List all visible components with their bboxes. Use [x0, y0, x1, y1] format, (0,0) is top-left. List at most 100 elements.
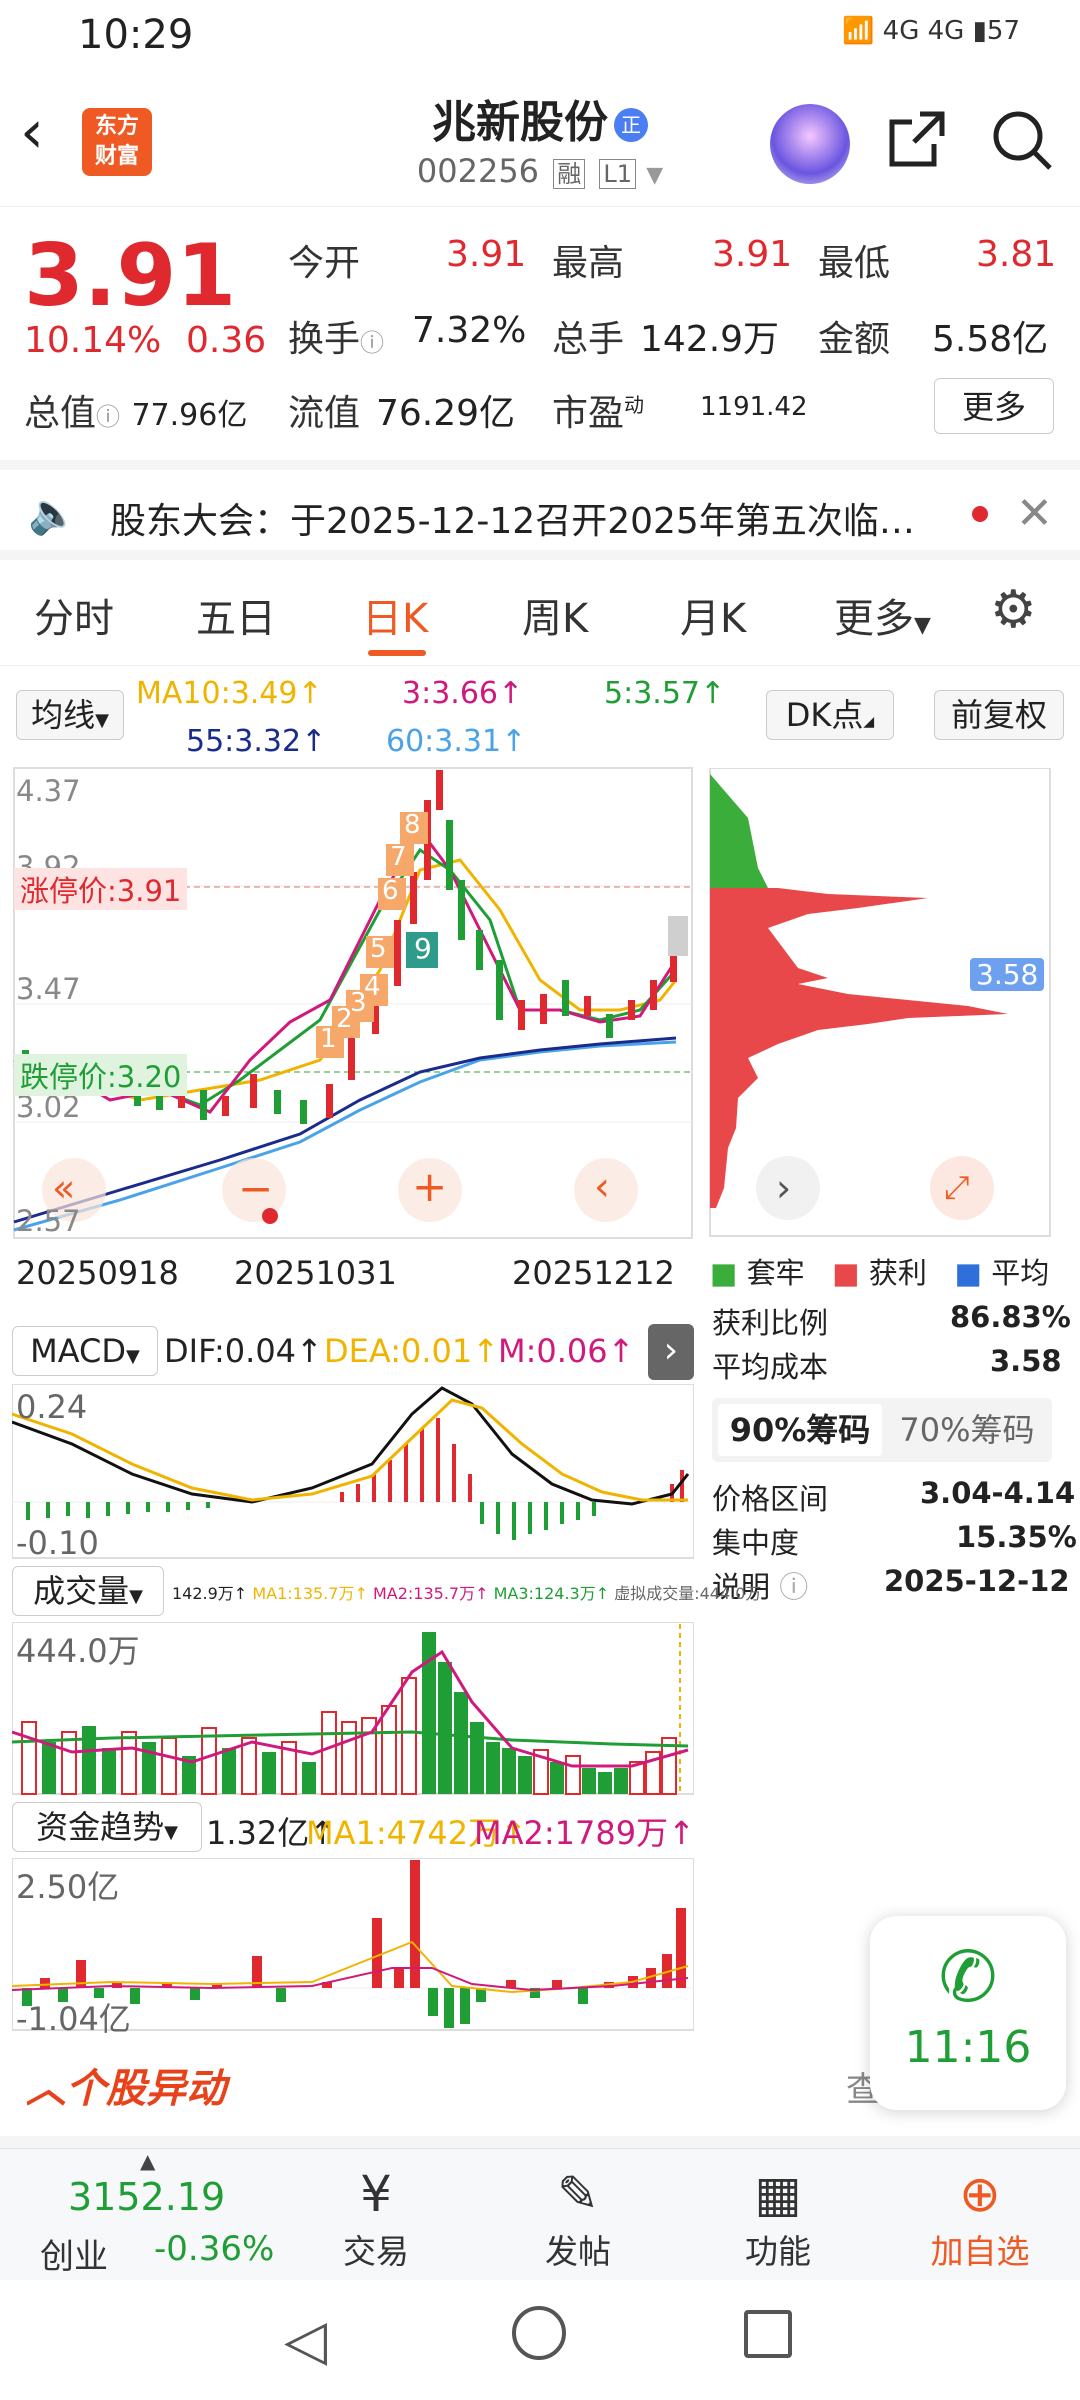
ai-assistant-avatar[interactable]: [770, 104, 850, 184]
high-label: 最高: [552, 243, 625, 284]
amount-value: 5.58亿: [932, 319, 1049, 360]
grid-icon: ▦: [754, 2165, 802, 2223]
section-title[interactable]: ︿个股异动: [26, 2056, 226, 2114]
zoom-out-icon[interactable]: −: [238, 1164, 273, 1213]
signal-marker: 5: [370, 934, 387, 964]
back-triangle-icon[interactable]: ◁: [284, 2308, 327, 2373]
volume-ma3: MA3:124.3万↑: [493, 1584, 610, 1603]
rewind-icon[interactable]: «: [52, 1166, 75, 1210]
float-cap-label: 流值: [288, 393, 361, 434]
volume-virtual: 虚拟成交量:444.0万: [614, 1584, 762, 1603]
search-icon[interactable]: [990, 108, 1054, 185]
expand-icon[interactable]: ⤢: [944, 1168, 970, 1207]
more-button[interactable]: 更多: [934, 378, 1054, 434]
info-icon[interactable]: ⓘ: [779, 1570, 808, 1604]
y-label: 3.47: [16, 972, 81, 1006]
limit-down-label: 跌停价:3.20: [14, 1054, 188, 1096]
legend-swatch: ■: [832, 1256, 860, 1290]
close-icon[interactable]: ✕: [1016, 488, 1053, 539]
nav-functions[interactable]: ▦ 功能: [718, 2163, 838, 2273]
tab-monthly-k[interactable]: 月K: [680, 586, 746, 644]
info-icon[interactable]: ⓘ: [360, 329, 384, 357]
avg-cost-value: 3.58: [990, 1344, 1062, 1378]
concentration-value: 15.35%: [956, 1520, 1077, 1554]
open-value: 3.91: [446, 234, 527, 275]
macd-dif: DIF:0.04↑: [164, 1332, 323, 1370]
open-label: 今开: [288, 243, 361, 284]
status-bar: 10:29 📶 4G 4G ▮57: [0, 0, 1080, 72]
network-label: 4G 4G: [882, 16, 965, 46]
tab-chip-70[interactable]: 70%筹码: [888, 1404, 1046, 1456]
last-price: 3.91: [24, 226, 237, 326]
caret-down-icon: ▼: [129, 1586, 143, 1607]
nav-post[interactable]: ✎ 发帖: [518, 2163, 638, 2273]
caret-down-icon: ▼: [164, 1822, 178, 1843]
status-time: 10:29: [78, 12, 194, 58]
index-value[interactable]: 3152.19: [68, 2175, 225, 2219]
home-circle-icon[interactable]: [512, 2306, 566, 2360]
signal-marker: 7: [390, 842, 407, 872]
stock-name: 兆新股份: [432, 97, 608, 148]
legend-label: 套牢: [746, 1256, 805, 1290]
macd-dea: DEA:0.01↑: [324, 1332, 500, 1370]
profit-ratio-value: 86.83%: [950, 1300, 1071, 1334]
chip-distribution-chart[interactable]: [708, 768, 1052, 1238]
ma60-value: 60:3.31↑: [386, 724, 527, 759]
volume-selector[interactable]: 成交量▼: [12, 1566, 164, 1616]
unread-dot: [972, 506, 988, 522]
legend-label: 平均: [991, 1256, 1050, 1290]
signal-icon: 📶 4G 4G ▮57: [842, 16, 1020, 46]
caret-up-icon: ▲: [140, 2149, 156, 2173]
tab-intraday[interactable]: 分时: [34, 586, 114, 644]
volume-ma1: MA1:135.7万↑: [252, 1584, 368, 1603]
tab-weekly-k[interactable]: 周K: [522, 586, 588, 644]
fund-selector[interactable]: 资金趋势▼: [12, 1802, 202, 1852]
expand-right-icon[interactable]: ›: [648, 1324, 694, 1380]
divider: [0, 2136, 1080, 2148]
level-tag: L1: [599, 159, 637, 189]
notice-text[interactable]: 股东大会：于2025-12-12召开2025年第五次临…: [110, 492, 915, 544]
tab-daily-k[interactable]: 日K: [362, 586, 428, 644]
fund-bottom-label: -1.04亿: [16, 2000, 131, 2038]
adjust-button[interactable]: 前复权: [934, 690, 1064, 740]
signal-marker: 8: [404, 810, 421, 840]
ma3-value: 3:3.66↑: [402, 676, 524, 711]
nav-add-watchlist[interactable]: ⊕ 加自选: [920, 2163, 1040, 2273]
legend-swatch: ■: [710, 1256, 738, 1290]
call-widget[interactable]: ✆ 11:16: [870, 1916, 1066, 2110]
period-tabs: 分时 五日 日K 周K 月K 更多▼ ⚙: [0, 560, 1080, 666]
scroll-left-icon[interactable]: ‹: [594, 1164, 610, 1210]
tab-chip-90[interactable]: 90%筹码: [718, 1404, 882, 1456]
volume-info-row: 142.9万↑ MA1:135.7万↑ MA2:135.7万↑ MA3:124.…: [172, 1580, 761, 1604]
signal-marker: 4: [364, 972, 381, 1002]
x-label: 20251212: [512, 1254, 675, 1292]
volume-info: 142.9万↑: [172, 1584, 248, 1603]
quote-panel: 3.91 10.14% 0.36 总值ⓘ 77.96亿 今开 3.91 最高 3…: [0, 208, 1080, 458]
tab-five-day[interactable]: 五日: [196, 586, 276, 644]
fund-top-label: 2.50亿: [16, 1868, 120, 1906]
ma-selector[interactable]: 均线▼: [16, 690, 124, 740]
dk-point-button[interactable]: DK点◢: [766, 690, 894, 740]
signal-marker: 9: [414, 932, 432, 965]
chevron-right-icon[interactable]: ›: [776, 1166, 791, 1210]
legend-swatch: ■: [954, 1256, 982, 1290]
macd-selector[interactable]: MACD▼: [12, 1326, 158, 1376]
nav-trade[interactable]: ¥ 交易: [316, 2163, 436, 2273]
volume-value: 142.9万: [640, 319, 780, 360]
tab-more[interactable]: 更多▼: [834, 586, 931, 644]
turnover-label: 换手: [288, 319, 361, 360]
info-icon[interactable]: ⓘ: [96, 403, 120, 431]
recents-square-icon[interactable]: [744, 2310, 792, 2358]
verified-badge: 正: [614, 108, 648, 142]
gear-icon[interactable]: ⚙: [990, 580, 1037, 640]
price-range-label: 价格区间: [712, 1482, 829, 1516]
kline-chart[interactable]: [0, 760, 700, 1320]
share-icon[interactable]: [886, 108, 948, 183]
caret-down-icon: ▼: [126, 1346, 140, 1367]
index-name[interactable]: 创业: [40, 2229, 108, 2278]
zoom-in-icon[interactable]: +: [412, 1162, 447, 1211]
macd-chart[interactable]: [12, 1384, 694, 1560]
chevron-down-icon: ▼: [646, 163, 664, 188]
notice-banner[interactable]: 🔈 股东大会：于2025-12-12召开2025年第五次临… ✕: [0, 460, 1080, 560]
macd-m: M:0.06↑: [498, 1332, 635, 1370]
